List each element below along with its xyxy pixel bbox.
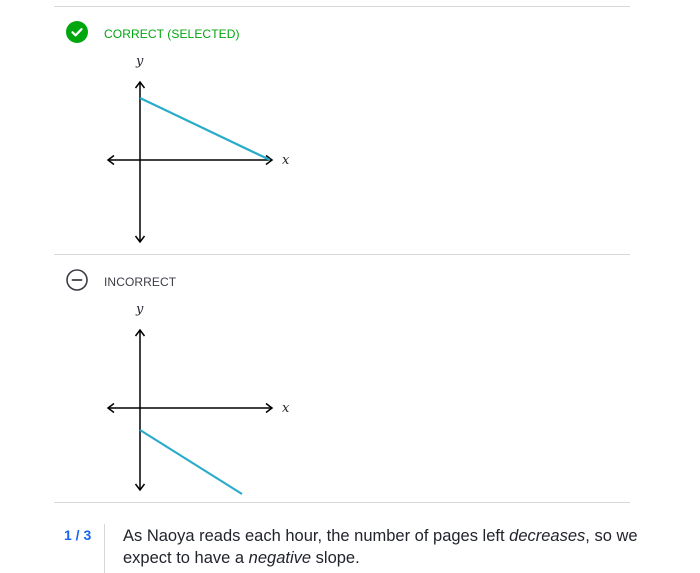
- hint-counter: 1 / 3: [64, 527, 92, 543]
- x-axis-label: x: [282, 153, 290, 168]
- graph-line: [139, 429, 243, 495]
- status-label-incorrect: INCORRECT: [104, 275, 177, 289]
- answer-choice-correct[interactable]: CORRECT (SELECTED) y x: [54, 6, 630, 254]
- check-circle-icon: [66, 21, 88, 43]
- hint-emphasis-negative: negative: [248, 549, 312, 567]
- y-axis-label: y: [135, 54, 144, 69]
- choice-divider-2: [54, 502, 630, 503]
- graph-correct: y x: [106, 54, 290, 244]
- hint-text-part3: slope.: [311, 549, 360, 567]
- graph-line: [139, 97, 271, 161]
- x-axis-label: x: [282, 401, 290, 416]
- hint-divider: [104, 524, 105, 573]
- minus-circle-icon: [66, 269, 88, 291]
- y-axis-label: y: [135, 302, 144, 317]
- hint-text: As Naoya reads each hour, the number of …: [123, 525, 643, 569]
- status-label-correct: CORRECT (SELECTED): [104, 27, 240, 41]
- hint-text-part1: As Naoya reads each hour, the number of …: [123, 527, 510, 545]
- graph-incorrect: y x: [106, 302, 290, 495]
- answer-choice-incorrect[interactable]: INCORRECT y x: [54, 254, 630, 502]
- hint-emphasis-decreases: decreases: [509, 527, 586, 545]
